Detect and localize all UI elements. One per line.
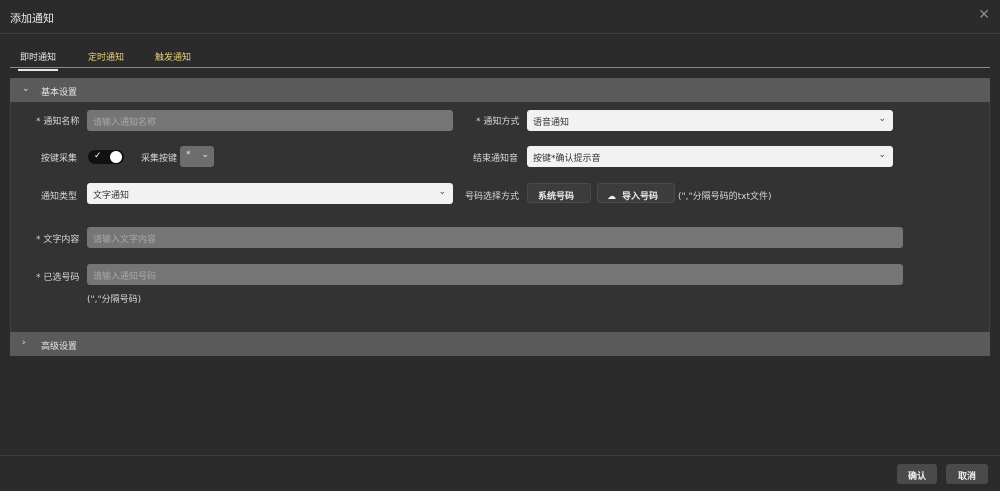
tab-instant[interactable]: 即时通知 xyxy=(17,50,59,71)
collect-key-value: * xyxy=(186,150,191,160)
selected-numbers-hint: (","分隔号码) xyxy=(87,295,142,305)
end-sound-label: 结束通知音 xyxy=(473,154,519,164)
notify-name-input[interactable]: 请输入通知名称 xyxy=(87,110,453,131)
notify-type-select[interactable]: 文字通知 ⌄ xyxy=(87,183,453,204)
tab-triggered[interactable]: 触发通知 xyxy=(155,50,191,63)
dialog-title: 添加通知 xyxy=(10,12,54,25)
notify-method-label: * 通知方式 xyxy=(476,117,520,127)
notify-type-label: 通知类型 xyxy=(41,192,78,202)
selected-numbers-input[interactable]: 请输入通知号码 xyxy=(87,264,903,285)
cloud-upload-icon: ☁ xyxy=(607,192,616,202)
dialog-footer: 确认 取消 xyxy=(0,455,1000,491)
system-number-button[interactable]: 系统号码 xyxy=(527,183,591,203)
cancel-button[interactable]: 取消 xyxy=(946,464,988,484)
import-number-button[interactable]: ☁ 导入号码 xyxy=(597,183,675,203)
basic-settings-title: 基本设置 xyxy=(41,88,78,98)
text-content-label: * 文字内容 xyxy=(36,235,80,245)
selected-numbers-label: * 已选号码 xyxy=(36,273,80,283)
advanced-settings-header[interactable]: › 高级设置 xyxy=(10,332,990,356)
import-hint: (","分隔号码的txt文件) xyxy=(678,192,772,202)
collect-key-select[interactable]: * ⌄ xyxy=(180,146,214,167)
chevron-down-icon: ⌄ xyxy=(201,150,209,160)
tab-bar: 即时通知 定时通知 触发通知 xyxy=(10,44,990,71)
toggle-knob xyxy=(110,151,122,163)
dialog-titlebar: 添加通知 ✕ xyxy=(0,0,1000,34)
check-icon: ✓ xyxy=(94,151,102,161)
notify-method-value: 语音通知 xyxy=(533,118,570,128)
number-select-label: 号码选择方式 xyxy=(465,192,520,202)
chevron-down-icon: ⌄ xyxy=(878,114,886,124)
basic-settings-panel: ⌄ 基本设置 * 通知名称 请输入通知名称 * 通知方式 语音通知 ⌄ 按键采集… xyxy=(10,78,990,332)
notify-name-label: * 通知名称 xyxy=(36,117,80,127)
collect-key-label: 采集按键 xyxy=(141,154,178,164)
chevron-down-icon: ⌄ xyxy=(438,187,446,197)
advanced-settings-panel: › 高级设置 xyxy=(10,332,990,356)
text-content-input[interactable]: 请输入文字内容 xyxy=(87,227,903,248)
basic-settings-header[interactable]: ⌄ 基本设置 xyxy=(10,78,990,102)
confirm-button[interactable]: 确认 xyxy=(897,464,937,484)
notify-type-value: 文字通知 xyxy=(93,191,130,201)
end-sound-value: 按键*确认提示音 xyxy=(533,154,601,164)
tab-scheduled[interactable]: 定时通知 xyxy=(88,50,124,63)
chevron-right-icon: › xyxy=(22,338,26,348)
import-number-label: 导入号码 xyxy=(622,192,659,202)
notify-method-select[interactable]: 语音通知 ⌄ xyxy=(527,110,893,131)
chevron-down-icon: ⌄ xyxy=(22,84,30,94)
chevron-down-icon: ⌄ xyxy=(878,150,886,160)
advanced-settings-title: 高级设置 xyxy=(41,342,78,352)
key-collect-toggle[interactable]: ✓ xyxy=(88,150,124,164)
basic-settings-body: * 通知名称 请输入通知名称 * 通知方式 语音通知 ⌄ 按键采集 ✓ 采集按键… xyxy=(10,102,990,332)
close-icon[interactable]: ✕ xyxy=(978,8,990,22)
end-sound-select[interactable]: 按键*确认提示音 ⌄ xyxy=(527,146,893,167)
key-collect-label: 按键采集 xyxy=(41,154,78,164)
